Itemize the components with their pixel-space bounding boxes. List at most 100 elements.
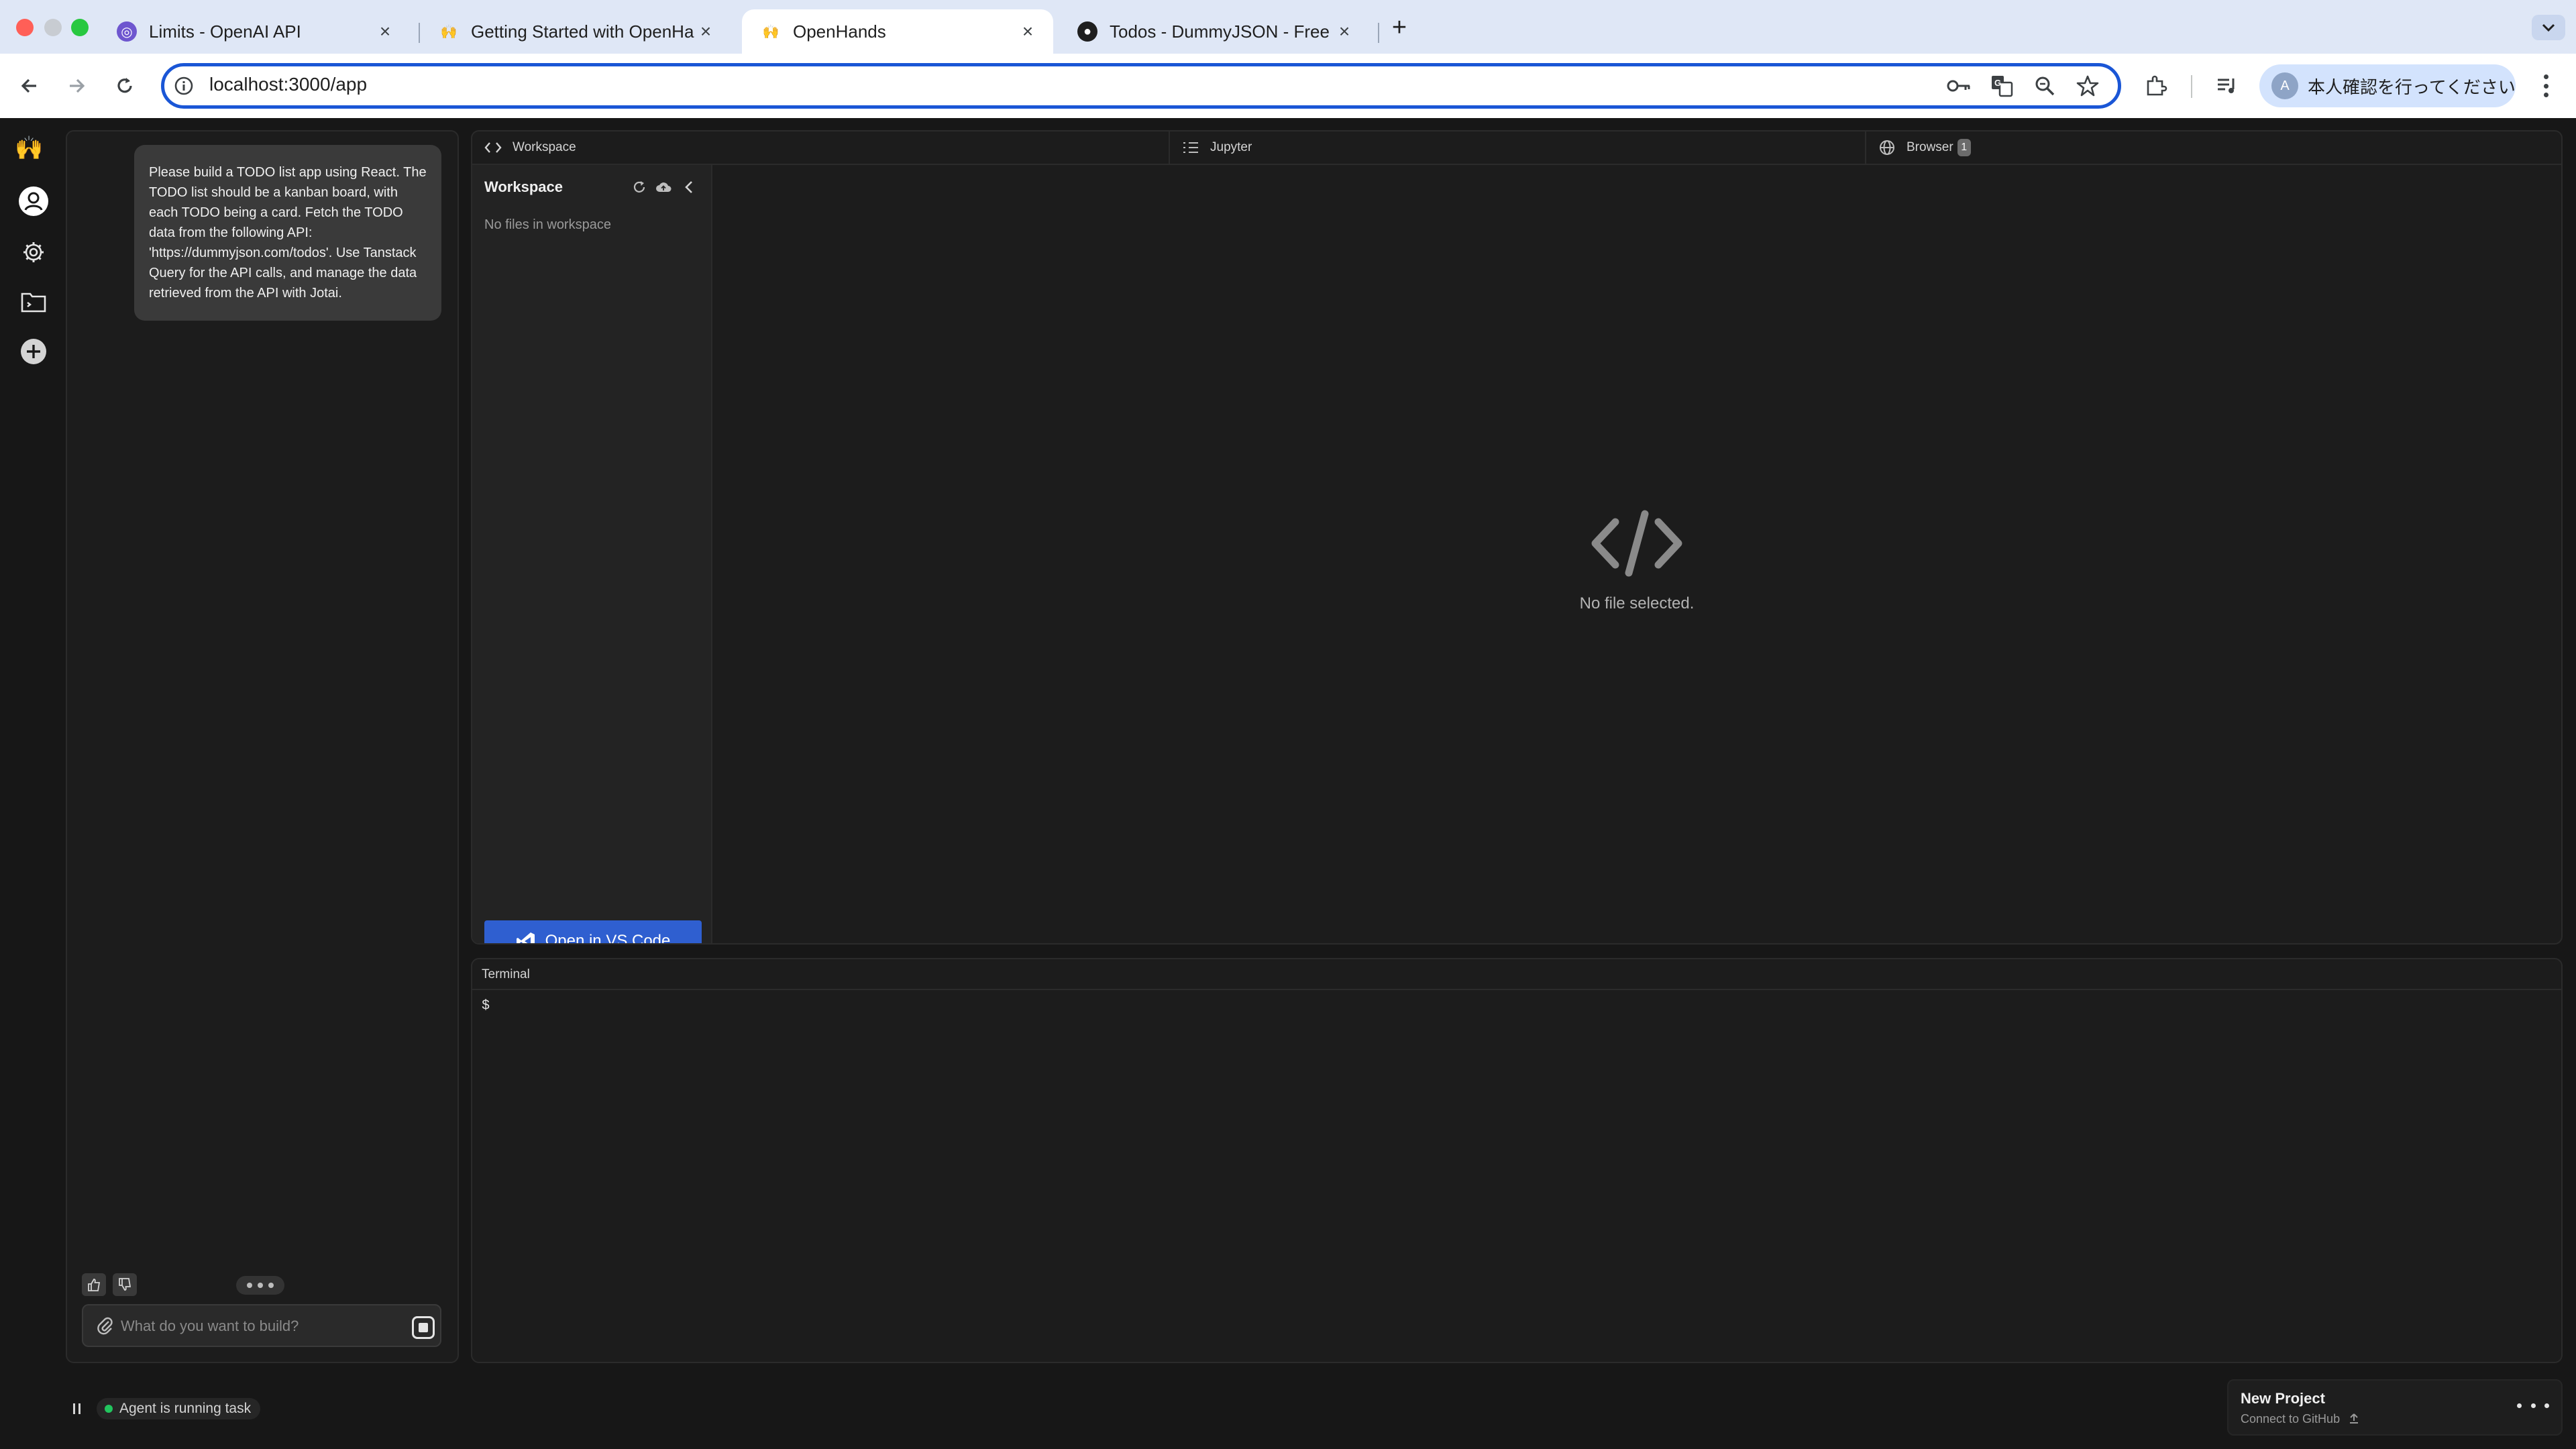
pause-icon	[73, 1403, 80, 1414]
browser-menu-button[interactable]	[2536, 70, 2556, 102]
pause-button[interactable]	[67, 1399, 87, 1419]
stop-icon	[419, 1323, 428, 1332]
close-icon[interactable]: ×	[374, 21, 396, 42]
url-text[interactable]: localhost:3000/app	[209, 74, 367, 95]
tab-jupyter[interactable]: Jupyter	[1170, 131, 1865, 164]
extensions-icon[interactable]	[2141, 71, 2171, 101]
openhands-icon: 🙌	[440, 24, 458, 40]
thumbs-up-icon	[88, 1279, 101, 1291]
file-explorer-title: Workspace	[484, 178, 563, 195]
toolbar-divider	[2191, 75, 2192, 98]
arrow-right-icon	[70, 78, 85, 93]
window-maximize-button[interactable]	[71, 19, 89, 36]
tab-separator	[1378, 23, 1379, 43]
tab-label: Jupyter	[1210, 140, 1252, 154]
back-button[interactable]	[13, 70, 46, 102]
browser-tab-label: OpenHands	[793, 21, 886, 42]
workspace-tab-bar: Workspace Jupyter Browser 1	[472, 131, 2561, 165]
thumbs-up-button[interactable]	[82, 1273, 106, 1296]
media-controls-icon[interactable]	[2212, 71, 2242, 101]
project-name: New Project	[2241, 1390, 2325, 1407]
translate-icon[interactable]: G	[1987, 71, 2017, 101]
refresh-icon[interactable]	[631, 178, 648, 196]
profile-button[interactable]: A 本人確認を行ってください	[2259, 64, 2516, 107]
no-file-selected-message: No file selected.	[1579, 594, 1695, 612]
settings-gear-icon[interactable]	[16, 235, 51, 270]
paperclip-icon[interactable]	[97, 1316, 115, 1336]
status-text: Agent is running task	[119, 1401, 252, 1416]
thumbs-down-icon	[119, 1278, 131, 1291]
browser-tab[interactable]: ◎ Limits - OpenAI API ×	[98, 9, 411, 54]
project-more-button[interactable]	[2517, 1395, 2549, 1415]
button-label: Open in VS Code	[545, 932, 671, 945]
collapse-chevron-left-icon[interactable]	[680, 178, 698, 196]
tab-browser[interactable]: Browser 1	[1866, 131, 2561, 164]
reload-icon	[117, 78, 132, 93]
password-key-icon[interactable]	[1944, 71, 1974, 101]
browser-tab-label: Todos - DummyJSON - Free Fake REST API	[1110, 21, 1334, 42]
stop-button[interactable]	[412, 1316, 435, 1339]
site-info-icon[interactable]	[173, 75, 195, 97]
openhands-icon: 🙌	[762, 24, 780, 40]
jupyter-icon	[1182, 140, 1199, 155]
arrow-left-icon	[21, 78, 36, 93]
project-subtitle: Connect to GitHub	[2241, 1411, 2341, 1426]
typing-indicator	[236, 1276, 284, 1295]
close-icon[interactable]: ×	[695, 21, 716, 42]
chat-input-box[interactable]	[82, 1304, 441, 1347]
empty-files-message: No files in workspace	[484, 217, 611, 232]
browser-tab-active[interactable]: 🙌 OpenHands ×	[742, 9, 1053, 54]
new-tab-button[interactable]: +	[1386, 12, 1413, 43]
tab-label: Browser	[1907, 140, 1953, 154]
window-minimize-button[interactable]	[44, 19, 62, 36]
user-message: Please build a TODO list app using React…	[134, 145, 441, 321]
file-explorer: Workspace No files in workspace Open in …	[472, 165, 712, 943]
browser-tab-label: Limits - OpenAI API	[149, 21, 301, 42]
close-icon[interactable]: ×	[1334, 21, 1355, 42]
svg-text:G: G	[1994, 78, 2001, 88]
code-icon	[484, 141, 502, 154]
browser-tab[interactable]: ● Todos - DummyJSON - Free Fake REST API…	[1059, 9, 1370, 54]
status-badge: Agent is running task	[97, 1398, 261, 1419]
reload-button[interactable]	[109, 70, 141, 102]
chevron-down-icon	[2542, 23, 2555, 32]
terminal-title: Terminal	[482, 967, 530, 981]
globe-icon	[1878, 139, 1896, 156]
window-close-button[interactable]	[16, 19, 34, 36]
terminal-header: Terminal	[472, 959, 2561, 990]
running-indicator-icon	[105, 1405, 113, 1413]
browser-tab[interactable]: 🙌 Getting Started with OpenHands ×	[420, 9, 731, 54]
bookmark-star-icon[interactable]	[2073, 71, 2102, 101]
tab-workspace[interactable]: Workspace	[472, 131, 1169, 164]
project-card[interactable]: New Project Connect to GitHub	[2227, 1379, 2563, 1436]
zoom-icon[interactable]	[2030, 71, 2059, 101]
openai-icon: ◎	[117, 21, 137, 42]
feedback-buttons	[82, 1273, 141, 1296]
cloud-upload-icon[interactable]	[655, 178, 672, 196]
terminal-panel[interactable]: Terminal $	[471, 958, 2563, 1363]
new-project-plus-icon[interactable]	[16, 334, 51, 369]
openhands-logo: 🙌	[15, 136, 44, 161]
vscode-icon	[516, 931, 536, 943]
thumbs-down-button[interactable]	[113, 1273, 138, 1296]
workspace-panel: Workspace Jupyter Browser 1 Workspace No…	[471, 130, 2563, 945]
tab-label: Workspace	[513, 140, 576, 154]
browser-count-badge: 1	[1957, 139, 1971, 156]
github-icon: ●	[1077, 21, 1097, 42]
folder-icon[interactable]	[16, 284, 51, 319]
address-bar[interactable]	[161, 63, 2121, 109]
forward-button[interactable]	[60, 70, 93, 102]
code-placeholder-icon	[1591, 510, 1682, 577]
avatar: A	[2271, 72, 2298, 99]
terminal-prompt: $	[482, 998, 490, 1014]
tab-search-button[interactable]	[2532, 15, 2565, 40]
browser-tab-label: Getting Started with OpenHands	[471, 21, 695, 42]
user-avatar-icon[interactable]	[16, 184, 51, 219]
open-in-vscode-button[interactable]: Open in VS Code	[484, 920, 702, 945]
profile-label: 本人確認を行ってください	[2308, 76, 2516, 97]
close-icon[interactable]: ×	[1017, 21, 1038, 42]
upload-icon	[2350, 1413, 2359, 1424]
chat-input[interactable]	[121, 1316, 389, 1336]
agent-status-bar: Agent is running task	[67, 1398, 261, 1419]
connect-github-link[interactable]: Connect to GitHub	[2241, 1411, 2361, 1426]
